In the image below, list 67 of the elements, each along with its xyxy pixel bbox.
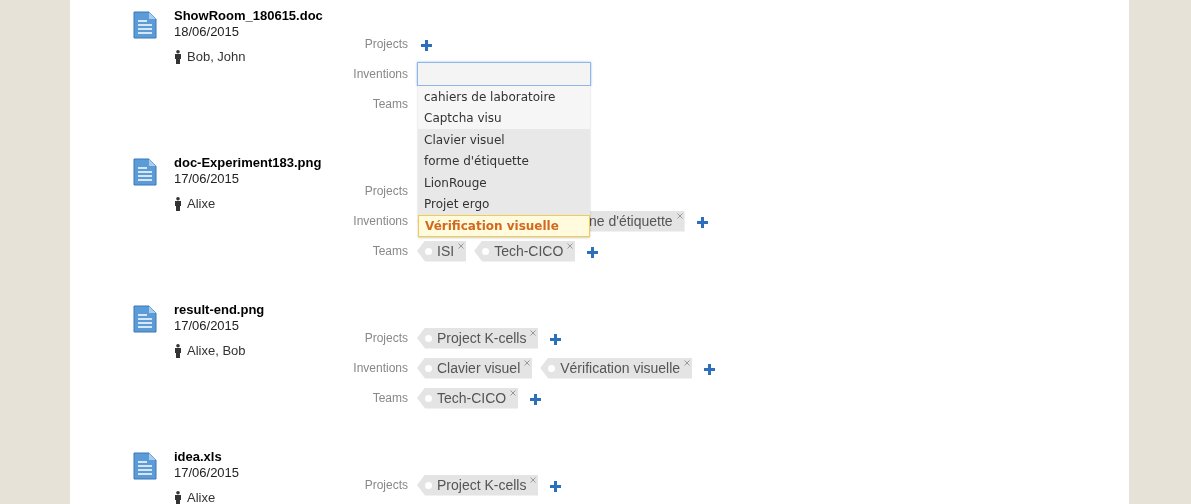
dropdown-option[interactable]: Projet ergo <box>418 193 590 215</box>
file-name: idea.xls <box>174 449 223 465</box>
tag-label: ISI <box>437 241 455 261</box>
file-name: result-end.png <box>174 302 266 318</box>
people-names: Bob, John <box>187 48 246 66</box>
person-icon <box>174 49 182 64</box>
field-label: Projects <box>363 477 408 494</box>
dropdown-option[interactable]: LionRouge <box>418 172 590 194</box>
field-label: Projects <box>363 183 408 200</box>
document-icon <box>133 452 157 480</box>
field-label: Inventions <box>352 360 408 377</box>
remove-icon[interactable] <box>510 389 517 396</box>
field-label: Teams <box>371 243 408 260</box>
file-name: ShowRoom_180615.doc <box>174 8 324 24</box>
field-label: Inventions <box>352 213 408 230</box>
field-label: Teams <box>371 390 408 407</box>
tag-hole <box>548 364 556 372</box>
dropdown-option[interactable]: cahiers de laboratoire <box>418 86 590 108</box>
document-icon <box>133 305 157 333</box>
remove-icon[interactable] <box>684 359 691 366</box>
add-button[interactable] <box>696 216 708 228</box>
tag-hole <box>425 481 432 489</box>
remove-icon[interactable] <box>530 476 537 483</box>
add-button[interactable] <box>530 393 542 405</box>
tag-hole <box>425 394 432 402</box>
tag-hole <box>425 247 432 255</box>
file-date: 18/06/2015 <box>174 24 241 40</box>
field-label: Projects <box>363 330 408 347</box>
remove-icon[interactable] <box>676 212 683 219</box>
add-button[interactable] <box>550 480 562 492</box>
people-names: Alixe <box>187 195 216 213</box>
file-date: 17/06/2015 <box>174 465 241 481</box>
add-button[interactable] <box>550 333 562 345</box>
person-icon <box>174 196 182 211</box>
add-button[interactable] <box>421 39 432 51</box>
document-icon <box>133 158 157 186</box>
tag-label: Tech-CICO <box>437 388 507 408</box>
dropdown-option[interactable]: Captcha visu <box>418 107 590 129</box>
tag-label: Project K-cells <box>437 328 527 348</box>
tag-label: Clavier visuel <box>437 358 521 378</box>
remove-icon[interactable] <box>458 242 465 249</box>
person-icon <box>174 490 182 504</box>
people-names: Alixe, Bob <box>187 342 246 360</box>
document-icon <box>133 11 157 39</box>
people-names: Alixe <box>187 489 216 504</box>
file-date: 17/06/2015 <box>174 318 241 334</box>
tag-hole <box>425 334 432 342</box>
file-date: 17/06/2015 <box>174 171 241 187</box>
text-input[interactable] <box>417 62 591 86</box>
file-name: doc-Experiment183.png <box>174 155 323 171</box>
remove-icon[interactable] <box>524 359 531 366</box>
remove-icon[interactable] <box>567 242 574 249</box>
tag-label: Vérification visuelle <box>560 358 681 378</box>
tag-label: ne d'étiquette <box>589 211 673 231</box>
field-label: Inventions <box>352 66 408 83</box>
tag-label: Project K-cells <box>437 475 527 495</box>
field-label: Projects <box>363 36 408 53</box>
tag-hole <box>482 247 490 255</box>
field-label: Teams <box>371 96 408 113</box>
person-icon <box>174 343 182 358</box>
tag-label: Tech-CICO <box>494 241 564 261</box>
add-button[interactable] <box>587 246 599 258</box>
remove-icon[interactable] <box>530 329 537 336</box>
dropdown-option[interactable]: forme d'étiquette <box>418 150 590 172</box>
add-button[interactable] <box>704 363 716 375</box>
dropdown-option[interactable]: Clavier visuel <box>418 129 590 151</box>
tag-hole <box>425 364 432 372</box>
